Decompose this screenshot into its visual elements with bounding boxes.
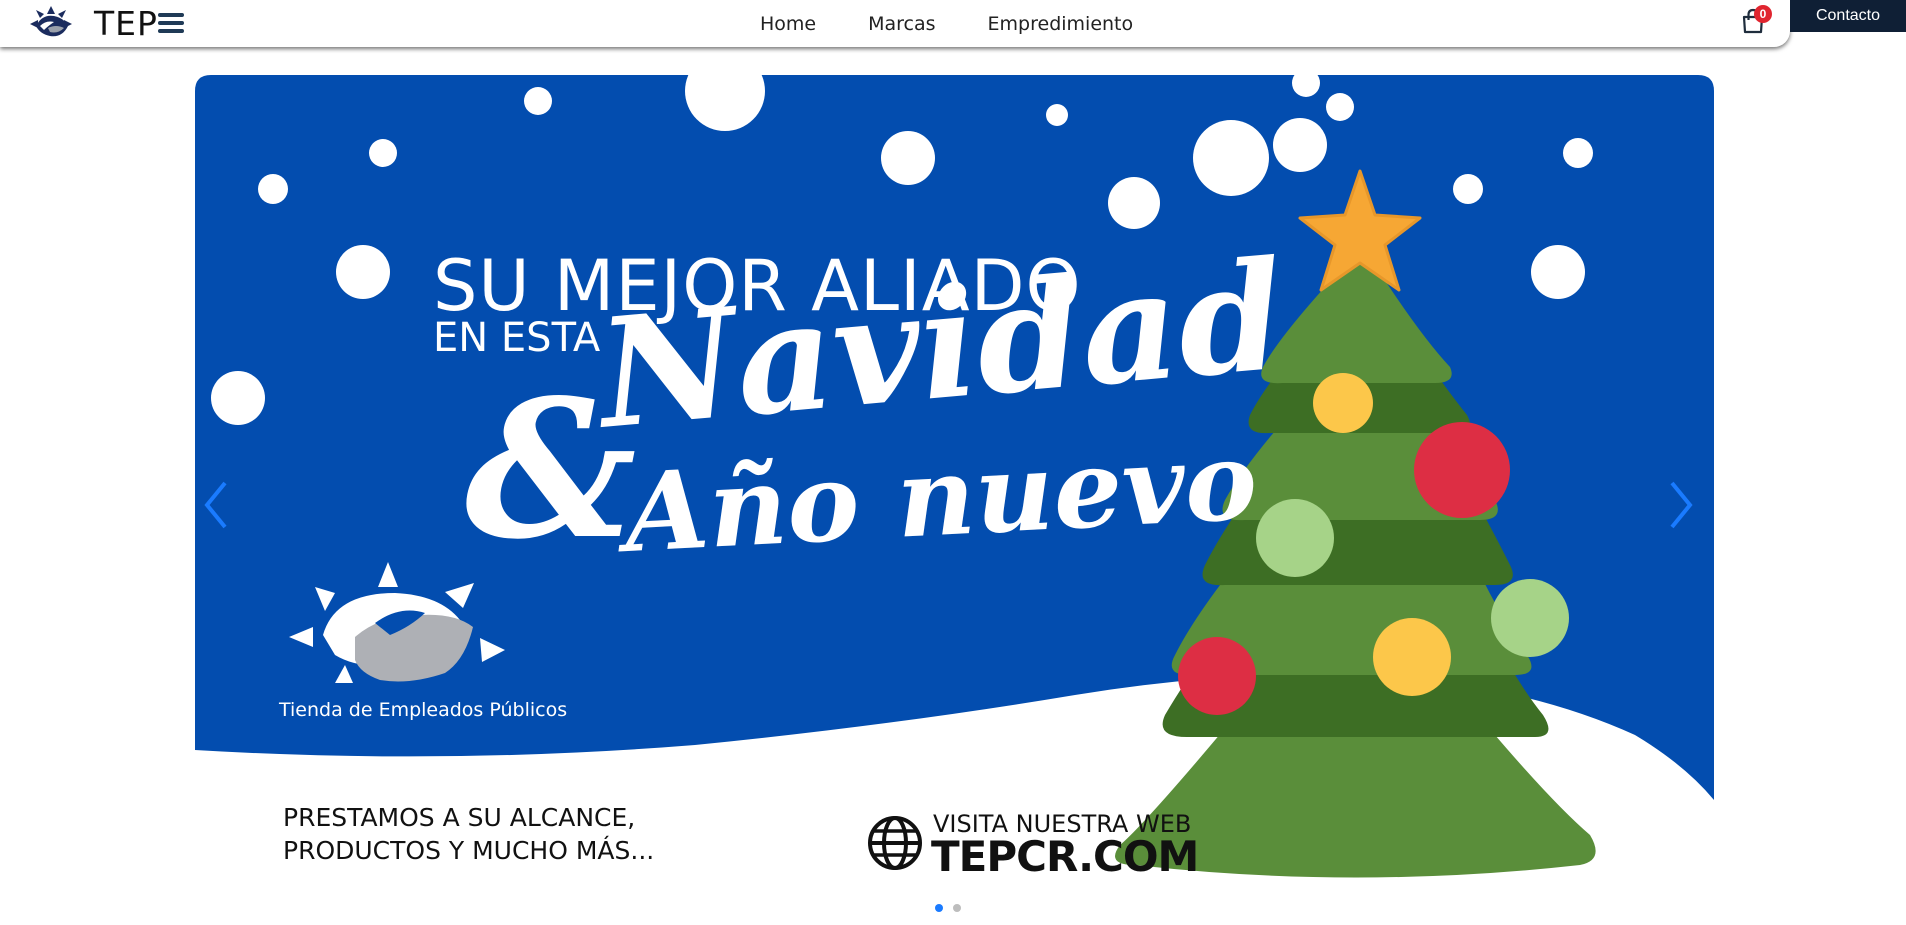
website-url[interactable]: TEPCR.COM <box>931 832 1199 881</box>
nav-link-home[interactable]: Home <box>760 13 816 35</box>
hero-carousel: SU MEJOR ALIADO EN ESTA & Navidad Año nu… <box>195 75 1714 912</box>
cart-count-badge: 0 <box>1754 5 1772 23</box>
hamburger-icon <box>158 13 184 17</box>
brand-logo-icon <box>30 6 72 37</box>
nav-link-marcas[interactable]: Marcas <box>868 13 935 35</box>
main-nav: Home Marcas Empredimiento <box>760 0 1185 47</box>
tagline-line-1: PRESTAMOS A SU ALCANCE, <box>283 803 636 832</box>
script-ano-nuevo: Año nuevo <box>621 417 1260 577</box>
carousel-next-button[interactable] <box>1662 475 1702 535</box>
top-navbar: TEP Home Marcas Empredimiento 0 <box>0 0 1790 47</box>
menu-toggle-button[interactable] <box>158 13 184 33</box>
carousel-prev-button[interactable] <box>195 475 235 535</box>
cart-button[interactable]: 0 <box>1740 5 1772 38</box>
contact-button[interactable]: Contacto <box>1790 0 1906 32</box>
carousel-slide: SU MEJOR ALIADO EN ESTA & Navidad Año nu… <box>195 75 1714 885</box>
globe-icon <box>868 816 922 870</box>
carousel-indicators <box>935 904 971 912</box>
tagline: PRESTAMOS A SU ALCANCE, PRODUCTOS Y MUCH… <box>283 801 654 867</box>
carousel-indicator-dot[interactable] <box>953 904 961 912</box>
nav-link-empredimiento[interactable]: Empredimiento <box>988 13 1134 35</box>
brand-name: TEP <box>94 3 158 43</box>
tagline-line-2: PRODUCTOS Y MUCHO MÁS... <box>283 836 655 865</box>
logo-caption: Tienda de Empleados Públicos <box>279 699 568 721</box>
headline-line-2: EN ESTA <box>433 315 601 361</box>
chevron-left-icon <box>204 481 227 529</box>
chevron-right-icon <box>1670 481 1693 529</box>
carousel-indicator-dot[interactable] <box>935 904 943 912</box>
brand[interactable]: TEP <box>22 2 158 44</box>
